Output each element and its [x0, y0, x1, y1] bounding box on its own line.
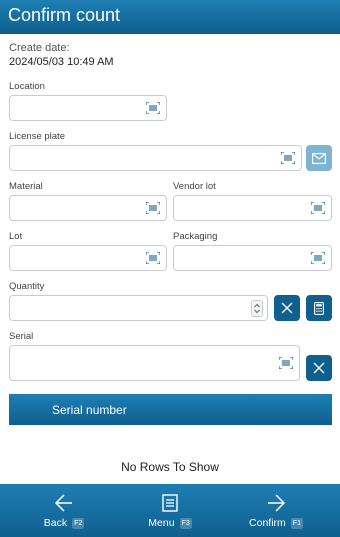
location-input[interactable]: [9, 95, 167, 121]
barcode-scan-icon[interactable]: [311, 202, 325, 214]
license-plate-envelope-button[interactable]: [306, 145, 332, 171]
confirm-button[interactable]: Confirm F1: [246, 484, 306, 537]
barcode-scan-icon[interactable]: [146, 102, 160, 114]
confirm-label: Confirm: [249, 517, 286, 529]
serial-table-header: Serial number: [9, 394, 332, 425]
envelope-icon: [312, 152, 326, 164]
vendor-lot-input[interactable]: [173, 195, 332, 221]
menu-button[interactable]: Menu F3: [144, 484, 196, 537]
close-icon: [281, 302, 293, 314]
calculator-icon: [314, 301, 324, 315]
close-icon: [313, 362, 325, 374]
barcode-scan-icon[interactable]: [146, 202, 160, 214]
serial-clear-button[interactable]: [306, 355, 332, 381]
column-header-serial-number[interactable]: Serial number: [52, 403, 127, 417]
material-input[interactable]: [9, 195, 167, 221]
calculator-button[interactable]: [306, 295, 332, 321]
back-label: Back: [43, 517, 68, 529]
barcode-scan-icon[interactable]: [281, 152, 295, 164]
create-date-value: 2024/05/03 10:49 AM: [9, 56, 114, 68]
empty-table-message: No Rows To Show: [121, 460, 219, 474]
quantity-clear-button[interactable]: [274, 295, 300, 321]
arrow-right-icon: [268, 494, 286, 512]
barcode-scan-icon[interactable]: [279, 357, 293, 369]
menu-icon: [162, 494, 178, 512]
page-title: Confirm count: [8, 5, 121, 25]
license-plate-input[interactable]: [9, 145, 302, 171]
arrow-left-icon: [54, 494, 72, 512]
footer-toolbar: Back F2 Menu F3 Confirm F1: [0, 484, 340, 537]
back-shortcut-badge: F2: [72, 517, 85, 529]
packaging-input[interactable]: [173, 245, 332, 271]
lot-label: Lot: [9, 231, 23, 242]
quantity-label: Quantity: [9, 281, 45, 292]
back-button[interactable]: Back F2: [40, 484, 88, 537]
quantity-input[interactable]: [9, 295, 268, 321]
serial-input[interactable]: [9, 345, 300, 381]
barcode-scan-icon[interactable]: [311, 252, 325, 264]
create-date-label: Create date:: [9, 42, 70, 54]
app-header: Confirm count: [0, 0, 340, 34]
chevron-up-down-icon: [254, 303, 260, 314]
menu-shortcut-badge: F3: [179, 517, 192, 529]
material-label: Material: [9, 181, 43, 192]
lot-input[interactable]: [9, 245, 167, 271]
serial-label: Serial: [9, 331, 34, 342]
packaging-label: Packaging: [173, 231, 218, 242]
location-label: Location: [9, 81, 45, 92]
barcode-scan-icon[interactable]: [146, 252, 160, 264]
vendor-lot-label: Vendor lot: [173, 181, 216, 192]
confirm-shortcut-badge: F1: [290, 517, 303, 529]
license-plate-label: License plate: [9, 131, 65, 142]
menu-label: Menu: [148, 517, 175, 529]
quantity-stepper[interactable]: [251, 300, 263, 317]
